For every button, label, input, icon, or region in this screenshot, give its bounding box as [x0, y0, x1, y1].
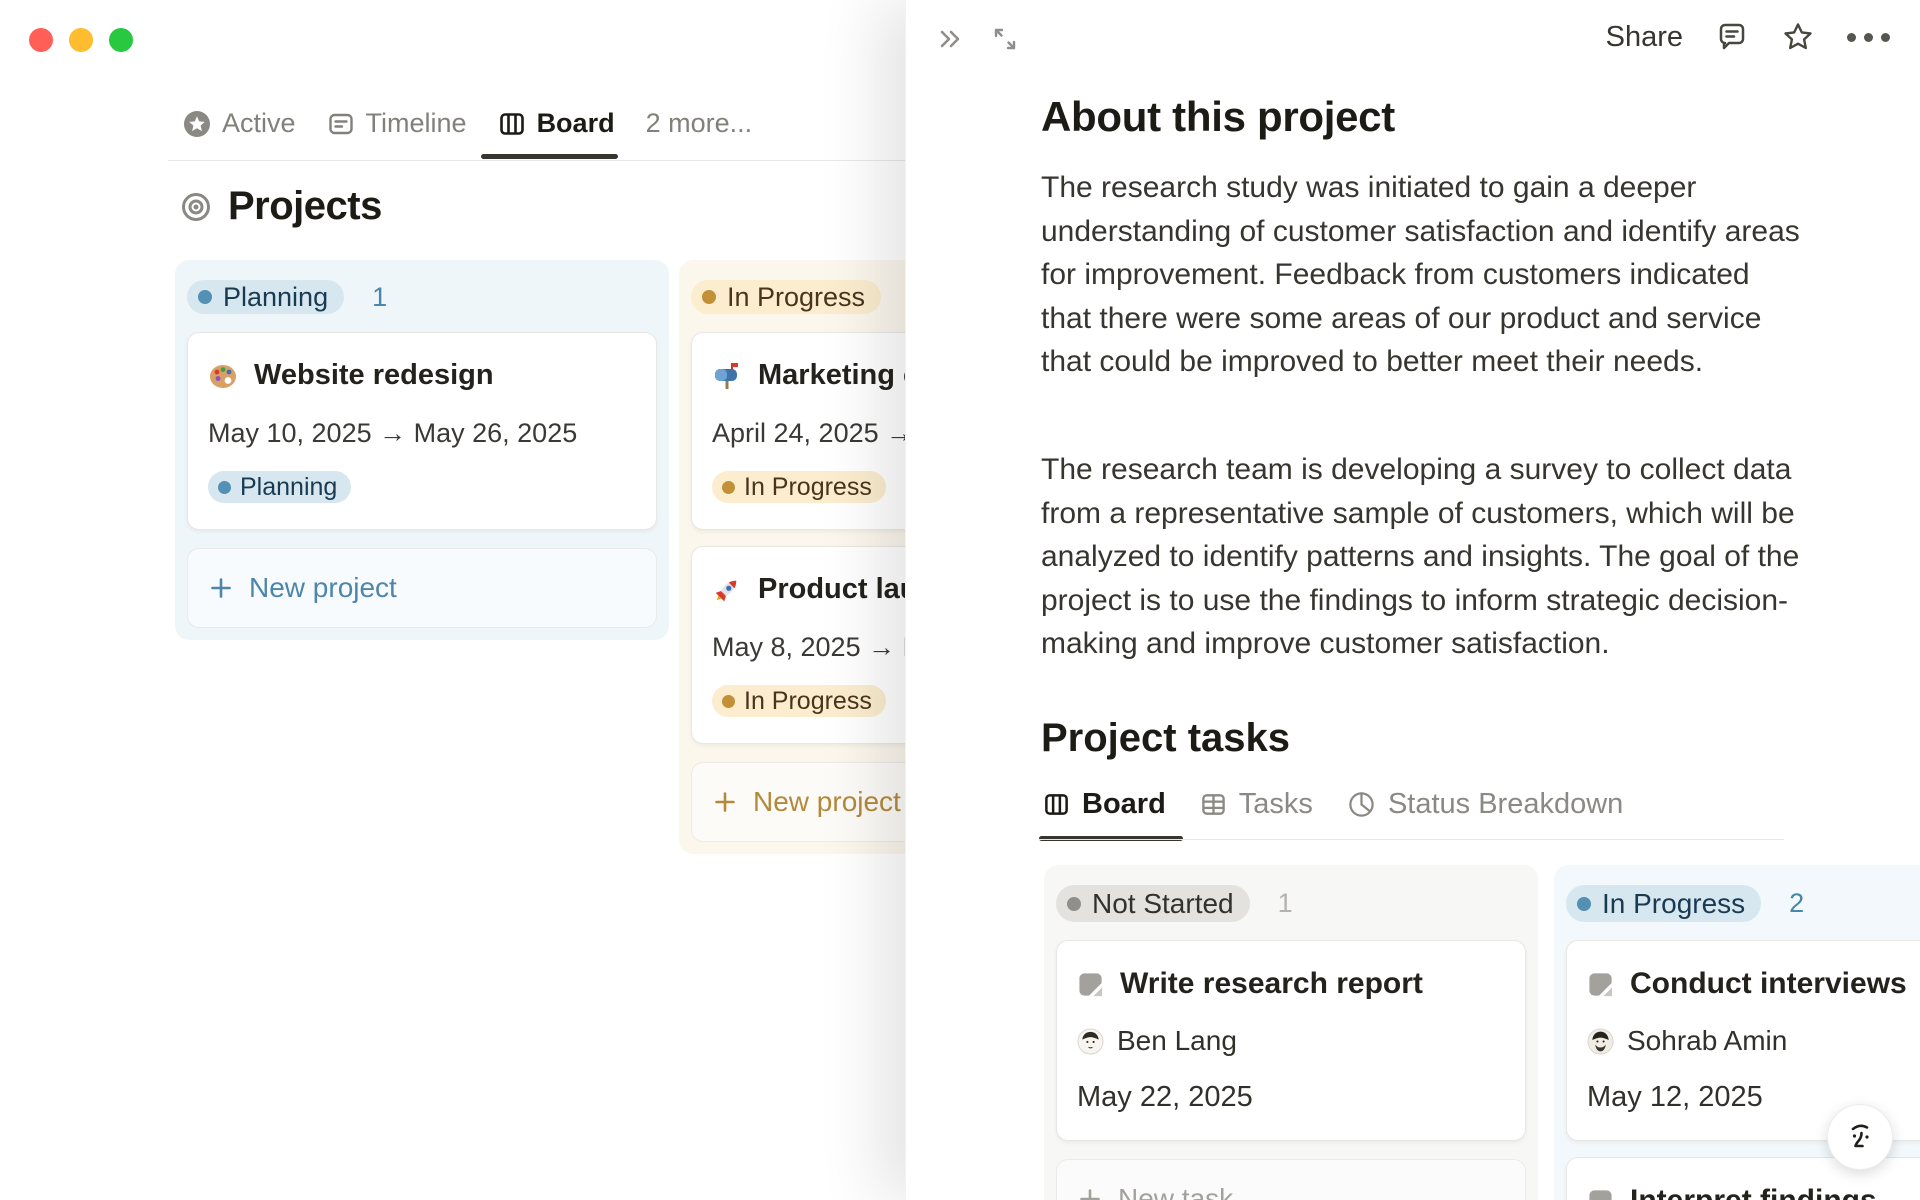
avatar-sohrab-amin — [1587, 1027, 1614, 1055]
page-icon — [1587, 1188, 1614, 1200]
tab-board[interactable]: Board — [498, 108, 615, 139]
task-assignee: Ben Lang — [1117, 1025, 1237, 1056]
planning-count: 1 — [372, 281, 388, 312]
panel-toolbar: Share — [1606, 20, 1890, 54]
more-options-icon[interactable] — [1847, 32, 1890, 42]
section-heading-about: About this project — [1041, 93, 1395, 140]
tab-tasks-board-label: Board — [1082, 788, 1166, 820]
yellow-dot-icon — [722, 694, 735, 708]
new-project-label: New project — [249, 572, 397, 603]
task-title: Interpret findings — [1630, 1184, 1877, 1200]
not-started-count: 1 — [1277, 888, 1293, 918]
plus-icon — [712, 789, 738, 815]
new-task-label: New task — [1118, 1183, 1234, 1200]
minimize-window-button[interactable] — [69, 28, 93, 52]
board-view-icon — [1043, 791, 1070, 818]
planning-pill-label: Planning — [223, 281, 329, 312]
column-not-started: Not Started 1 Write research report Ben … — [1044, 865, 1538, 1200]
in-progress-pill-label: In Progress — [1602, 887, 1746, 919]
tab-more[interactable]: 2 more... — [646, 108, 753, 139]
new-project-button-planning[interactable]: New project — [187, 548, 657, 628]
tab-more-label: 2 more... — [645, 108, 753, 138]
new-task-button[interactable]: New task — [1056, 1159, 1526, 1200]
expand-page-icon[interactable] — [988, 22, 1022, 56]
plus-icon — [208, 575, 234, 601]
tasks-tabs-divider — [1039, 839, 1784, 840]
selected-tab-underline — [481, 154, 618, 159]
blue-dot-icon — [198, 290, 212, 304]
tab-timeline-label: Timeline — [365, 108, 467, 138]
column-planning: Planning 1 Website redesign May 10, 2025… — [175, 260, 669, 640]
close-window-button[interactable] — [29, 28, 53, 52]
tab-status-breakdown-label: Status Breakdown — [1387, 788, 1624, 820]
pie-chart-icon — [1347, 790, 1376, 819]
section-heading-tasks: Project tasks — [1041, 716, 1291, 760]
tab-timeline[interactable]: Timeline — [327, 108, 467, 139]
timeline-icon — [327, 110, 355, 138]
board-view-icon — [498, 110, 526, 138]
tab-active[interactable]: Active — [183, 108, 296, 139]
card-status-tag: In Progress — [712, 471, 886, 503]
tab-board-label: Board — [536, 108, 615, 138]
view-tabs: Active Timeline Board 2 more... — [183, 108, 752, 139]
tab-status-breakdown[interactable]: Status Breakdown — [1347, 788, 1623, 821]
in-progress-status-pill[interactable]: In Progress — [1566, 885, 1762, 922]
card-title: Website redesign — [254, 359, 494, 391]
palette-icon — [208, 361, 238, 391]
favorite-star-icon[interactable] — [1781, 20, 1815, 54]
page-icon — [1587, 971, 1614, 998]
task-assignee: Sohrab Amin — [1627, 1025, 1788, 1056]
task-card-write-research-report[interactable]: Write research report Ben Lang May 22, 2… — [1056, 940, 1526, 1141]
task-title: Write research report — [1120, 967, 1423, 1000]
not-started-status-pill[interactable]: Not Started — [1056, 885, 1250, 922]
database-title-row: Projects — [180, 184, 382, 229]
tab-active-label: Active — [222, 108, 296, 138]
card-status-tag: Planning — [208, 471, 352, 503]
task-title: Conduct interviews — [1630, 967, 1907, 1000]
card-status-tag: In Progress — [712, 685, 886, 717]
zoom-window-button[interactable] — [109, 28, 133, 52]
in-progress-pill-label: In Progress — [727, 281, 866, 312]
gray-dot-icon — [1067, 896, 1081, 911]
peek-panel: Share About this project The research st… — [905, 0, 1920, 1200]
plus-icon — [1077, 1186, 1103, 1200]
tab-tasks-table[interactable]: Tasks — [1200, 788, 1313, 821]
yellow-dot-icon — [702, 290, 716, 304]
mailbox-icon — [712, 361, 742, 391]
rocket-icon — [712, 575, 742, 605]
close-peek-chevrons-icon[interactable] — [934, 23, 966, 55]
blue-dot-icon — [218, 480, 231, 494]
table-icon — [1200, 791, 1227, 818]
about-paragraph-1: The research study was initiated to gain… — [1041, 171, 1800, 378]
not-started-pill-label: Not Started — [1092, 887, 1234, 919]
page-title: Projects — [228, 184, 382, 228]
column-planning-header: Planning 1 — [187, 280, 657, 314]
notion-ai-button[interactable] — [1827, 1104, 1893, 1170]
project-card-website-redesign[interactable]: Website redesign May 10, 2025 → May 26, … — [187, 332, 657, 530]
yellow-dot-icon — [722, 480, 735, 494]
in-progress-status-pill[interactable]: In Progress — [691, 280, 882, 314]
card-status-tag-label: In Progress — [744, 472, 872, 501]
comments-icon[interactable] — [1715, 20, 1749, 54]
card-status-tag-label: In Progress — [744, 686, 872, 715]
ai-face-icon — [1840, 1117, 1880, 1157]
target-icon — [180, 191, 212, 223]
about-paragraph-2: The research team is developing a survey… — [1041, 453, 1800, 660]
tasks-view-tabs: Board Tasks Status Breakdown — [1043, 788, 1623, 821]
in-progress-count: 2 — [1789, 888, 1805, 918]
page-icon — [1077, 971, 1104, 998]
planning-status-pill[interactable]: Planning — [187, 280, 345, 314]
task-date: May 22, 2025 — [1077, 1081, 1253, 1113]
card-date-range: May 10, 2025 → May 26, 2025 — [208, 418, 578, 448]
avatar-ben-lang — [1077, 1027, 1104, 1055]
card-status-tag-label: Planning — [240, 472, 338, 501]
new-project-label: New project — [753, 786, 901, 817]
star-circle-icon — [183, 110, 211, 138]
panel-left-controls — [934, 22, 1022, 56]
tab-tasks-table-label: Tasks — [1238, 788, 1313, 820]
window-controls — [29, 28, 133, 52]
share-button[interactable]: Share — [1606, 21, 1683, 54]
blue-dot-icon — [1577, 896, 1591, 911]
tab-tasks-board[interactable]: Board — [1043, 788, 1166, 821]
